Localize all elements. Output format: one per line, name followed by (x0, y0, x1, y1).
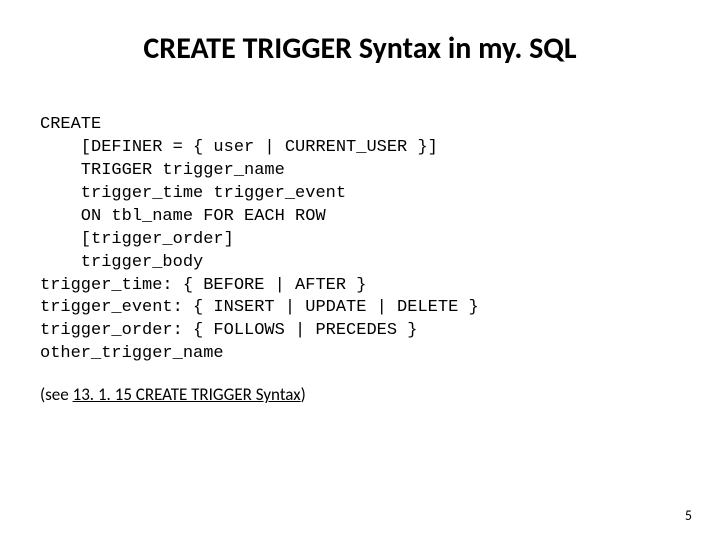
code-line: trigger_time trigger_event (40, 184, 346, 203)
code-line: TRIGGER trigger_name (40, 161, 285, 180)
code-line: ON tbl_name FOR EACH ROW (40, 207, 326, 226)
code-line: [DEFINER = { user | CURRENT_USER }] (40, 138, 438, 157)
page-title: CREATE TRIGGER Syntax in my. SQL (40, 30, 680, 67)
code-line: CREATE (40, 115, 101, 134)
code-line: trigger_order: { FOLLOWS | PRECEDES } (40, 321, 417, 340)
code-line: [trigger_order] (40, 230, 234, 249)
ref-suffix: ) (301, 384, 306, 405)
code-line: trigger_event: { INSERT | UPDATE | DELET… (40, 298, 479, 317)
reference-line: (see 13. 1. 15 CREATE TRIGGER Syntax) (40, 384, 680, 405)
code-block: CREATE [DEFINER = { user | CURRENT_USER … (40, 91, 680, 366)
ref-prefix: (see (40, 384, 73, 405)
page-number: 5 (685, 507, 692, 524)
code-line: trigger_body (40, 253, 203, 272)
code-line: other_trigger_name (40, 344, 224, 363)
reference-link[interactable]: 13. 1. 15 CREATE TRIGGER Syntax (73, 384, 301, 405)
code-line: trigger_time: { BEFORE | AFTER } (40, 276, 366, 295)
